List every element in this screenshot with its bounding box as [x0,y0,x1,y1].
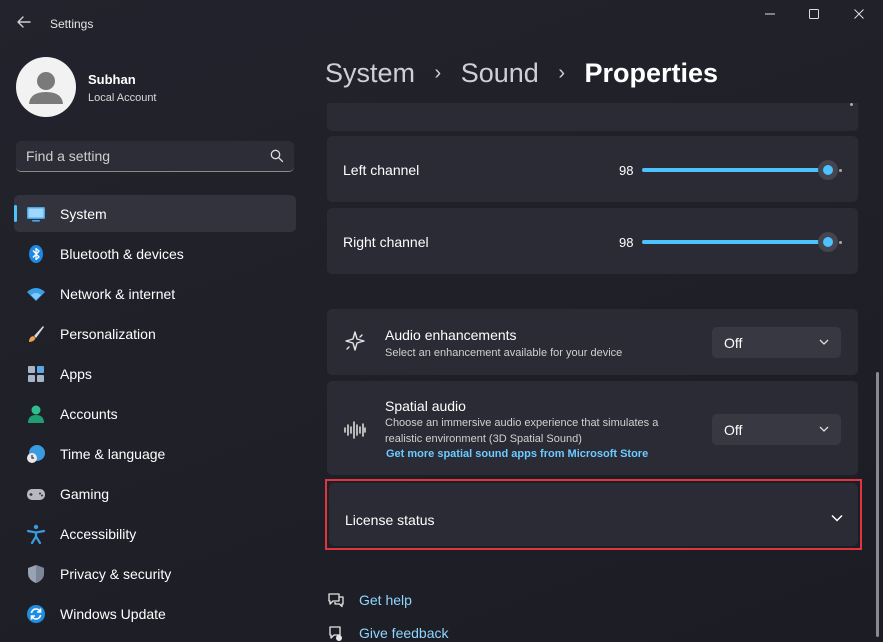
close-button[interactable] [844,8,874,28]
sidebar-item-accounts[interactable]: Accounts [14,395,296,432]
left-channel-card: Left channel 98 [327,136,858,202]
sidebar-item-label: Network & internet [60,286,176,302]
left-channel-slider-thumb[interactable] [818,160,838,180]
sidebar-item-label: Accounts [60,406,118,422]
maximize-icon [809,9,819,19]
sidebar-item-label: Bluetooth & devices [60,246,184,262]
sidebar-item-accessibility[interactable]: Accessibility [14,515,296,552]
avatar[interactable] [16,57,76,117]
left-channel-slider-track[interactable] [642,168,828,172]
maximize-button[interactable] [799,8,829,28]
audio-enhancements-card: Audio enhancements Select an enhancement… [327,309,858,375]
sidebar-item-label: Personalization [60,326,156,342]
left-channel-label: Left channel [343,162,420,178]
license-status-highlight: License status [325,479,862,550]
minimize-button[interactable] [755,8,785,28]
globe-clock-icon [27,445,45,463]
app-title: Settings [50,17,94,31]
get-help-label: Get help [359,592,412,608]
gamepad-icon [27,489,45,500]
sidebar-item-label: Accessibility [60,526,137,542]
microsoft-store-link[interactable]: Get more spatial sound apps from Microso… [386,448,648,460]
right-channel-value: 98 [619,235,634,250]
breadcrumb: System › Sound › Properties [325,58,718,89]
sidebar-item-personalization[interactable]: Personalization [14,315,296,352]
account-type: Local Account [88,92,157,104]
accessibility-icon [26,524,46,544]
sidebar-item-windows-update[interactable]: Windows Update [14,595,296,632]
spatial-audio-dropdown[interactable]: Off [712,414,841,445]
audio-enhancements-dropdown[interactable]: Off [712,327,841,358]
dropdown-value: Off [724,335,743,351]
close-icon [854,9,864,19]
right-channel-slider-track[interactable] [642,240,828,244]
sidebar-item-apps[interactable]: Apps [14,355,296,392]
sidebar-item-bluetooth-devices[interactable]: Bluetooth & devices [14,235,296,272]
shield-icon [28,565,44,583]
spatial-audio-title: Spatial audio [385,398,466,414]
slider-end-dot [850,103,853,106]
sidebar-item-label: Windows Update [60,606,166,622]
right-channel-card: Right channel 98 [327,208,858,274]
sidebar-item-time-language[interactable]: Time & language [14,435,296,472]
spatial-audio-card: Spatial audio Choose an immersive audio … [327,381,858,475]
sparkle-enhancement-icon [345,331,365,351]
user-name: Subhan [88,72,136,87]
audio-enhancements-description: Select an enhancement available for your… [385,347,623,359]
back-button[interactable] [14,14,34,34]
chevron-right-icon: › [558,62,565,84]
search-box[interactable] [16,141,294,172]
sidebar-item-label: Time & language [60,446,166,462]
audio-enhancements-title: Audio enhancements [385,327,517,343]
title-bar: Settings [0,0,883,48]
breadcrumb-system[interactable]: System [325,58,415,88]
sidebar-item-label: Privacy & security [60,566,172,582]
chevron-down-icon [819,339,829,345]
spatial-audio-description: Choose an immersive audio experience tha… [385,417,659,445]
right-channel-slider-thumb[interactable] [818,232,838,252]
breadcrumb-sound[interactable]: Sound [461,58,539,88]
sidebar-item-label: Apps [60,366,92,382]
slider-end-dot [839,241,842,244]
license-status-card[interactable]: License status [329,483,858,546]
person-icon [28,405,44,423]
page-title: Properties [584,58,719,88]
sidebar-item-system[interactable]: System [14,195,296,232]
left-channel-value: 98 [619,163,634,178]
give-feedback-label: Give feedback [359,625,449,641]
sidebar-item-label: Gaming [60,486,110,502]
sidebar-nav: System Bluetooth & devices Network & int… [14,195,296,635]
sidebar-item-privacy-security[interactable]: Privacy & security [14,555,296,592]
right-channel-label: Right channel [343,234,429,250]
feedback-icon [329,626,342,641]
soundwave-icon [344,421,366,439]
chevron-down-icon [819,426,829,432]
settings-window: Settings Subhan Local Account System [0,0,883,642]
update-icon [27,605,45,623]
scrollbar[interactable] [876,372,879,637]
help-chat-icon [328,593,344,608]
sidebar-item-gaming[interactable]: Gaming [14,475,296,512]
chevron-right-icon: › [434,62,442,84]
slider-end-dot [839,169,842,172]
monitor-icon [27,207,45,222]
active-indicator [14,205,17,222]
dropdown-value: Off [724,422,743,438]
search-input[interactable] [26,147,256,165]
search-icon[interactable] [270,149,284,168]
previous-setting-card [327,103,858,131]
chevron-down-icon[interactable] [831,514,843,522]
apps-icon [28,366,44,382]
wifi-icon [27,288,45,301]
bluetooth-icon [29,245,43,263]
default-user-icon [29,72,63,104]
arrow-left-icon [17,16,31,28]
minimize-icon [765,13,775,15]
sidebar-item-label: System [60,206,107,222]
brush-icon [29,326,44,342]
license-status-label: License status [345,512,435,528]
sidebar-item-network-internet[interactable]: Network & internet [14,275,296,312]
